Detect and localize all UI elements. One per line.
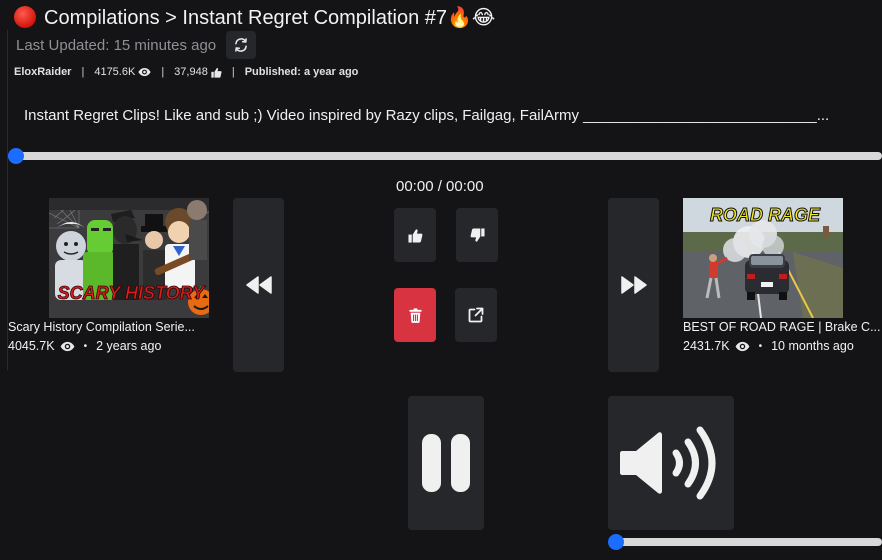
fast-forward-button[interactable] <box>608 198 659 372</box>
red-circle-icon <box>14 6 36 28</box>
meta-separator: | <box>231 66 235 78</box>
like-count: 37,948 <box>174 66 222 78</box>
meta-bullet: • <box>758 340 763 352</box>
meta-bullet: • <box>83 340 88 352</box>
seek-bar[interactable] <box>8 148 882 164</box>
next-video-meta: 2431.7K • 10 months ago <box>683 339 854 353</box>
delete-button[interactable] <box>394 288 436 342</box>
trash-icon <box>408 307 422 323</box>
pause-icon <box>422 434 470 492</box>
pause-button[interactable] <box>408 396 484 530</box>
page-title: Compilations > Instant Regret Compilatio… <box>44 6 496 29</box>
meta-separator: | <box>161 66 165 78</box>
last-updated-row: Last Updated: 15 minutes ago <box>16 31 257 59</box>
volume-button[interactable] <box>608 396 734 530</box>
external-link-icon <box>468 307 484 323</box>
volume-handle[interactable] <box>608 534 624 550</box>
open-external-button[interactable] <box>455 288 497 342</box>
channel-name[interactable]: EloxRaider <box>14 66 71 78</box>
view-count: 4175.6K <box>94 66 151 78</box>
fast-forward-icon <box>620 276 647 294</box>
playback-time: 00:00 / 00:00 <box>396 178 484 195</box>
road-rage-text: ROAD RAGE <box>710 205 821 225</box>
thumbs-down-icon <box>470 227 485 242</box>
like-count-value: 37,948 <box>174 66 208 78</box>
eye-icon <box>60 341 74 351</box>
previous-video-age: 2 years ago <box>96 339 162 353</box>
video-meta-row: EloxRaider | 4175.6K | 37,948 | Publishe… <box>14 66 358 78</box>
page-header: Compilations > Instant Regret Compilatio… <box>14 4 495 30</box>
scary-history-thumbnail-art: SCARY HISTORY <box>49 198 209 318</box>
seek-handle[interactable] <box>8 148 24 164</box>
scary-history-text: SCARY HISTORY <box>58 283 207 303</box>
rewind-button[interactable] <box>233 198 284 372</box>
rewind-icon <box>245 276 272 294</box>
left-edge-divider <box>0 30 8 370</box>
next-video-views: 2431.7K <box>683 339 730 353</box>
video-description: Instant Regret Clips! Like and sub ;) Vi… <box>24 107 830 124</box>
view-count-value: 4175.6K <box>94 66 136 78</box>
previous-video-title[interactable]: Scary History Compilation Serie... <box>8 320 213 334</box>
speaker-volume-icon <box>620 426 716 500</box>
next-video-age: 10 months ago <box>771 339 854 353</box>
next-video-title[interactable]: BEST OF ROAD RAGE | Brake C... <box>683 320 882 334</box>
eye-icon <box>138 67 151 77</box>
published-date: Published: a year ago <box>244 66 359 78</box>
next-video-thumbnail[interactable]: ROAD RAGE <box>683 198 843 318</box>
thumbs-up-icon <box>211 67 222 78</box>
meta-separator: | <box>81 66 85 78</box>
eye-icon <box>735 341 749 351</box>
like-button[interactable] <box>394 208 436 262</box>
dislike-button[interactable] <box>456 208 498 262</box>
previous-video-views: 4045.7K <box>8 339 55 353</box>
refresh-icon <box>235 38 248 52</box>
road-rage-thumbnail-art: ROAD RAGE <box>683 198 843 318</box>
thumbs-up-icon <box>407 228 422 243</box>
refresh-button[interactable] <box>226 31 257 59</box>
volume-slider[interactable] <box>608 534 882 550</box>
previous-video-thumbnail[interactable]: SCARY HISTORY <box>49 198 209 318</box>
last-updated-text: Last Updated: 15 minutes ago <box>16 36 217 54</box>
previous-video-meta: 4045.7K • 2 years ago <box>8 339 161 353</box>
